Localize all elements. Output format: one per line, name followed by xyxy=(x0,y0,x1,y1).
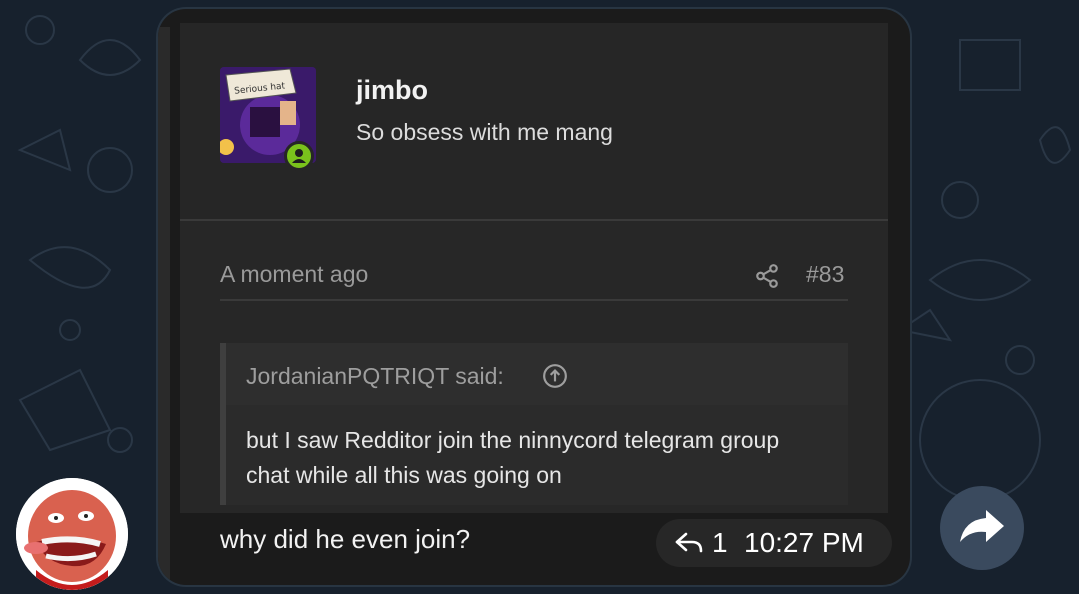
quote-header: JordanianPQTRIQT said: xyxy=(226,343,848,405)
post-timestamp[interactable]: A moment ago xyxy=(220,261,368,288)
quote-block: JordanianPQTRIQT said: but I saw Reddito… xyxy=(220,343,848,505)
sender-avatar-image xyxy=(16,478,128,590)
post-author-block: Serious hat jimbo So obsess with me mang xyxy=(180,23,888,221)
meta-divider xyxy=(220,299,848,301)
reply-count[interactable]: 1 xyxy=(712,527,728,559)
quote-body: but I saw Redditor join the ninnycord te… xyxy=(246,427,780,488)
message-bubble[interactable]: Serious hat jimbo So obsess with me mang… xyxy=(158,9,910,585)
forward-arrow-icon xyxy=(960,510,1004,542)
post-number[interactable]: #83 xyxy=(806,261,844,288)
message-meta: 1 10:27 PM xyxy=(656,519,892,567)
message-time: 10:27 PM xyxy=(744,527,864,558)
post-username[interactable]: jimbo xyxy=(356,75,428,106)
message-text: why did he even join? xyxy=(220,524,471,554)
quote-attribution[interactable]: JordanianPQTRIQT said: xyxy=(246,363,504,390)
forum-post-screenshot[interactable]: Serious hat jimbo So obsess with me mang… xyxy=(180,23,888,513)
screenshot-edge xyxy=(158,27,170,585)
online-status-icon xyxy=(284,141,314,171)
reply-arrow-icon[interactable] xyxy=(674,531,704,555)
forward-button[interactable] xyxy=(940,486,1024,570)
user-title: So obsess with me mang xyxy=(356,119,613,145)
share-icon[interactable] xyxy=(754,263,780,289)
arrow-up-circle-icon[interactable] xyxy=(542,363,568,389)
sender-avatar[interactable] xyxy=(16,478,128,590)
